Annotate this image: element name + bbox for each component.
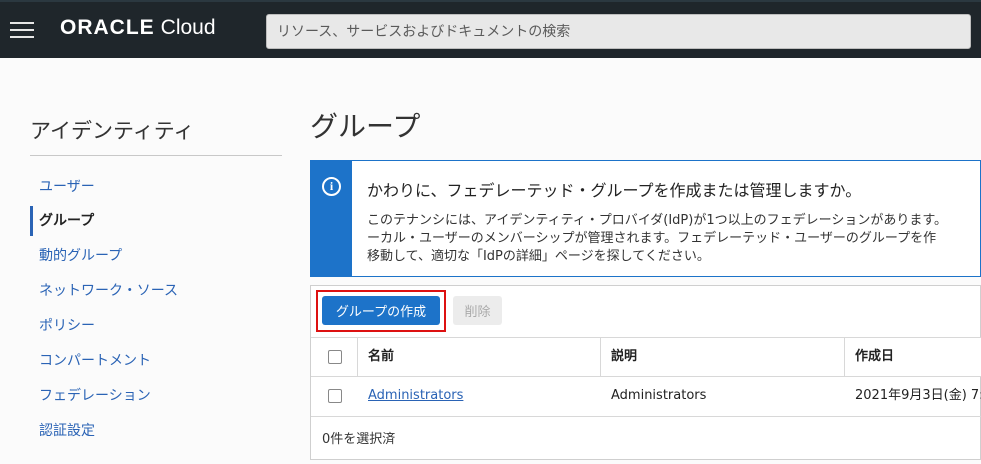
table-header: 名前 説明 作成日 bbox=[311, 337, 981, 377]
info-banner-text-line-3: 移動して、適切な「IdPの詳細」ページを探してください。 bbox=[367, 249, 710, 264]
column-divider bbox=[600, 338, 601, 376]
search-input[interactable] bbox=[266, 14, 971, 49]
sidebar-item-policies[interactable]: ポリシー bbox=[30, 311, 280, 341]
info-banner-title: かわりに、フェデレーテッド・グループを作成または管理しますか。 bbox=[367, 181, 862, 200]
column-divider bbox=[357, 338, 358, 376]
column-header-name[interactable]: 名前 bbox=[368, 338, 394, 376]
row-checkbox[interactable] bbox=[328, 389, 342, 403]
create-group-button[interactable]: グループの作成 bbox=[322, 296, 440, 325]
column-header-description[interactable]: 説明 bbox=[611, 338, 637, 376]
info-banner: i かわりに、フェデレーテッド・グループを作成または管理しますか。 このテナンシ… bbox=[310, 160, 981, 277]
sidebar-divider bbox=[30, 155, 282, 156]
sidebar-item-authentication-settings[interactable]: 認証設定 bbox=[30, 416, 280, 446]
info-banner-stripe: i bbox=[311, 161, 352, 276]
group-name-link[interactable]: Administrators bbox=[368, 377, 463, 416]
sidebar-item-federation[interactable]: フェデレーション bbox=[30, 381, 280, 411]
group-created-date: 2021年9月3日(金) 7: bbox=[855, 388, 981, 403]
sidebar-title: アイデンティティ bbox=[30, 119, 195, 143]
column-header-created[interactable]: 作成日 bbox=[855, 338, 894, 376]
sidebar-item-network-sources[interactable]: ネットワーク・ソース bbox=[30, 276, 280, 306]
group-description: Administrators bbox=[611, 388, 707, 403]
info-banner-text-line-2: ーカル・ユーザーのメンバーシップが管理されます。フェデレーテッド・ユーザーのグル… bbox=[367, 231, 937, 246]
brand-cloud: Cloud bbox=[160, 16, 216, 39]
select-all-checkbox[interactable] bbox=[328, 350, 342, 364]
page-title: グループ bbox=[310, 110, 421, 143]
delete-button[interactable]: 削除 bbox=[453, 296, 502, 325]
hamburger-menu-icon[interactable] bbox=[10, 22, 34, 40]
oracle-cloud-logo[interactable]: ORACLE Cloud bbox=[60, 16, 216, 44]
table-row: Administrators Administrators 2021年9月3日(… bbox=[311, 377, 981, 417]
column-divider bbox=[844, 338, 845, 376]
groups-table-panel: グループの作成 削除 名前 説明 作成日 Administrators Admi… bbox=[310, 285, 981, 460]
brand-oracle: ORACLE bbox=[60, 16, 155, 39]
sidebar-item-compartments[interactable]: コンパートメント bbox=[30, 346, 280, 376]
info-banner-text-line-1: このテナンシには、アイデンティティ・プロバイダ(IdP)が1つ以上のフェデレーシ… bbox=[367, 213, 948, 228]
selection-count: 0件を選択済 bbox=[322, 432, 396, 447]
info-icon: i bbox=[322, 177, 341, 196]
top-navigation-bar: ORACLE Cloud bbox=[0, 0, 981, 58]
sidebar-item-users[interactable]: ユーザー bbox=[30, 172, 280, 202]
sidebar-item-groups[interactable]: グループ bbox=[30, 206, 280, 236]
sidebar-item-dynamic-groups[interactable]: 動的グループ bbox=[30, 241, 280, 271]
